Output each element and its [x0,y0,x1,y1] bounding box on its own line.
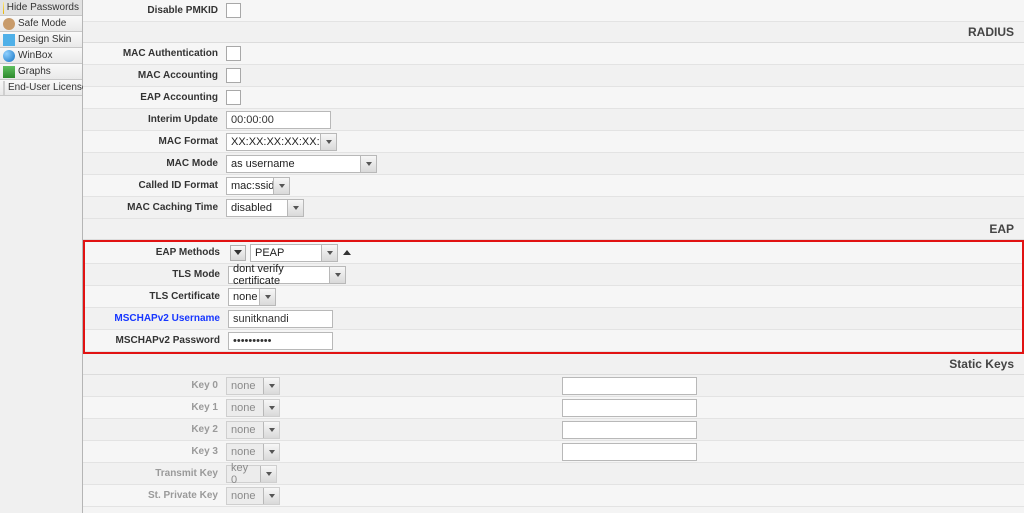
sidebar: Hide Passwords Safe Mode Design Skin Win… [0,0,83,513]
chevron-down-icon [263,378,279,394]
label-eap-methods: EAP Methods [85,247,228,258]
section-radius: RADIUS [83,22,1024,43]
checkbox-mac-accounting[interactable] [226,68,241,83]
chevron-down-icon [263,400,279,416]
section-static-keys: Static Keys [83,354,1024,375]
label-mac-mode: MAC Mode [83,158,226,169]
sidebar-item-end-user-license[interactable]: End-User License [0,80,82,96]
checkbox-eap-accounting[interactable] [226,90,241,105]
sidebar-item-safe-mode[interactable]: Safe Mode [0,16,82,32]
skin-icon [3,34,15,46]
section-eap: EAP [83,219,1024,240]
label-mschapv2-password: MSCHAPv2 Password [85,335,228,346]
sidebar-item-winbox[interactable]: WinBox [0,48,82,64]
select-key2[interactable]: none [226,421,280,439]
collapse-button[interactable] [230,245,246,261]
chevron-down-icon [259,289,275,305]
sidebar-item-label: Design Skin [18,34,71,45]
input-key3-value[interactable] [562,443,697,461]
label-mac-accounting: MAC Accounting [83,70,226,81]
label-mac-format: MAC Format [83,136,226,147]
input-key0-value[interactable] [562,377,697,395]
chevron-down-icon [263,444,279,460]
input-mschapv2-password[interactable] [228,332,333,350]
chevron-down-icon [260,466,276,482]
label-disable-pmkid: Disable PMKID [83,5,226,16]
select-tls-certificate[interactable]: none [228,288,276,306]
chevron-down-icon [263,422,279,438]
sidebar-item-label: End-User License [8,82,87,93]
label-interim-update: Interim Update [83,114,226,125]
label-mac-caching-time: MAC Caching Time [83,202,226,213]
select-key3[interactable]: none [226,443,280,461]
chevron-down-icon [263,488,279,504]
graph-icon [3,66,15,78]
select-mac-mode[interactable]: as username [226,155,377,173]
select-key0[interactable]: none [226,377,280,395]
label-key3: Key 3 [83,446,226,457]
move-up-button[interactable] [340,246,354,260]
checkbox-mac-authentication[interactable] [226,46,241,61]
select-mac-format[interactable]: XX:XX:XX:XX:XX:XX [226,133,337,151]
key-icon [3,2,4,14]
chevron-down-icon [273,178,289,194]
select-called-id-format[interactable]: mac:ssid [226,177,290,195]
chevron-down-icon [287,200,303,216]
chevron-down-icon [320,134,336,150]
input-interim-update[interactable] [226,111,331,129]
input-key1-value[interactable] [562,399,697,417]
label-mschapv2-username[interactable]: MSCHAPv2 Username [85,313,228,324]
sidebar-item-label: WinBox [18,50,52,61]
label-transmit-key: Transmit Key [83,468,226,479]
label-st-private-key: St. Private Key [83,490,226,501]
label-key0: Key 0 [83,380,226,391]
sidebar-item-graphs[interactable]: Graphs [0,64,82,80]
sidebar-item-hide-passwords[interactable]: Hide Passwords [0,0,82,16]
license-icon [3,81,5,95]
label-tls-mode: TLS Mode [85,269,228,280]
input-key2-value[interactable] [562,421,697,439]
chevron-down-icon [321,245,337,261]
label-tls-certificate: TLS Certificate [85,291,228,302]
sidebar-item-label: Graphs [18,66,51,77]
winbox-icon [3,50,15,62]
select-transmit-key[interactable]: key 0 [226,465,277,483]
checkbox-disable-pmkid[interactable] [226,3,241,18]
sidebar-item-design-skin[interactable]: Design Skin [0,32,82,48]
main-panel: Disable PMKID RADIUS MAC Authentication … [83,0,1024,513]
sidebar-item-label: Safe Mode [18,18,66,29]
select-mac-caching-time[interactable]: disabled [226,199,304,217]
label-mac-authentication: MAC Authentication [83,48,226,59]
label-key2: Key 2 [83,424,226,435]
chevron-down-icon [360,156,376,172]
label-key1: Key 1 [83,402,226,413]
chevron-down-icon [329,267,345,283]
safemode-icon [3,18,15,30]
select-key1[interactable]: none [226,399,280,417]
highlight-box: EAP Methods PEAP TLS Mode dont verify ce… [83,240,1024,354]
input-mschapv2-username[interactable] [228,310,333,328]
label-called-id-format: Called ID Format [83,180,226,191]
select-eap-methods[interactable]: PEAP [250,244,338,262]
label-eap-accounting: EAP Accounting [83,92,226,103]
select-st-private-key[interactable]: none [226,487,280,505]
select-tls-mode[interactable]: dont verify certificate [228,266,346,284]
sidebar-item-label: Hide Passwords [7,2,79,13]
